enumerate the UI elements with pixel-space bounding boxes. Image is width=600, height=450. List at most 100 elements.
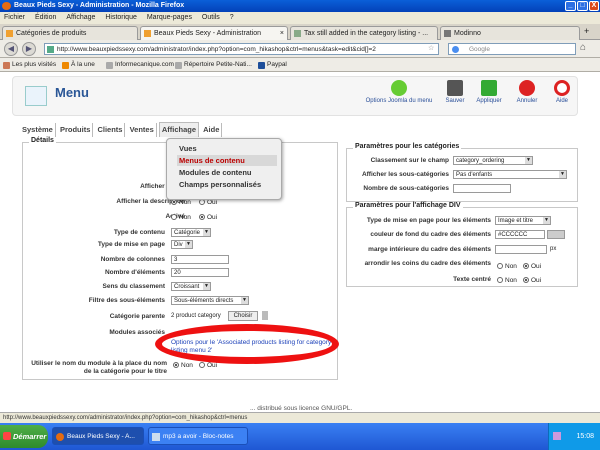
bookmark-paypal[interactable]: Paypal (258, 58, 287, 72)
search-input[interactable]: Google (448, 43, 576, 55)
color-swatch[interactable] (547, 230, 565, 239)
sous-categories-select[interactable]: Pas d'enfants ▼ (453, 170, 567, 179)
label-nombre-elements: Nombre d'éléments (104, 269, 165, 276)
tab-aide[interactable]: Aide (201, 123, 223, 137)
type-contenu-select[interactable]: Catégorie ▼ (171, 228, 211, 237)
network-icon[interactable] (553, 432, 561, 440)
actif-oui[interactable]: Oui (199, 214, 217, 221)
forward-icon[interactable]: ▶ (22, 42, 36, 56)
nombre-colonnes-input[interactable]: 3 (171, 255, 229, 264)
radio-icon (523, 277, 529, 284)
windows-logo-icon (3, 432, 11, 440)
texte-centre-non[interactable]: Non (497, 277, 517, 284)
tab-clients[interactable]: Clients (95, 123, 126, 137)
select-value: Sous-éléments directs (174, 298, 234, 304)
label-texte-centre: Texte centré (453, 276, 491, 283)
menu-edition[interactable]: Édition (35, 14, 56, 21)
arrondir-non[interactable]: Non (497, 263, 517, 270)
tab-label: Tax still added in the category listing … (304, 30, 429, 37)
trash-icon[interactable] (262, 311, 268, 320)
actif-non[interactable]: Non (171, 214, 191, 221)
browser-tab-admin[interactable]: Beaux Pieds Sexy - Administration × (140, 26, 288, 40)
save-button[interactable]: Sauver (443, 80, 467, 104)
joomla-options-button[interactable]: Options Joomla du menu (363, 80, 435, 104)
task-notepad[interactable]: mp3 a avoir - Bloc-notes (148, 427, 248, 445)
afficher-description-non[interactable]: Non (171, 199, 191, 206)
radio-icon (171, 214, 177, 221)
button-label: Sauver (445, 98, 465, 104)
google-icon (452, 46, 459, 53)
star-icon[interactable]: ☆ (428, 44, 434, 52)
bookmarks-bar: Les plus visités À la une Informecanique… (0, 58, 600, 72)
classement-select[interactable]: category_ordering ▼ (453, 156, 533, 165)
bookmark-a-la-une[interactable]: À la une (62, 58, 95, 72)
menu-marque-pages[interactable]: Marque-pages (147, 14, 192, 21)
nombre-elements-input[interactable]: 20 (171, 268, 229, 277)
apply-button[interactable]: Appliquer (473, 80, 505, 104)
cancel-button[interactable]: Annuler (511, 80, 543, 104)
page-favicon-icon (6, 30, 13, 37)
button-label: Annuler (516, 98, 538, 104)
page-footer: ... distribué sous licence GNU/GPL. (250, 405, 352, 412)
utiliser-nom-oui[interactable]: Oui (199, 362, 217, 369)
filtre-sous-elements-select[interactable]: Sous-éléments directs ▼ (171, 296, 249, 305)
task-firefox[interactable]: Beaux Pieds Sexy - A... (52, 427, 144, 445)
utiliser-nom-non[interactable]: Non (173, 362, 193, 369)
choose-button[interactable]: Choisir (228, 311, 258, 321)
window-title: Beaux Pieds Sexy - Administration - Mozi… (14, 2, 185, 9)
search-placeholder: Google (469, 46, 490, 53)
select-value: Div (174, 242, 183, 248)
new-tab-icon[interactable]: + (584, 26, 589, 36)
nombre-sous-categories-input[interactable] (453, 184, 511, 193)
marge-interieure-input[interactable] (495, 245, 547, 254)
bookmark-informecanique[interactable]: Informecanique.com (106, 58, 174, 72)
close-button[interactable]: X (589, 1, 599, 11)
page-title: Menu (55, 85, 89, 100)
tab-close-icon[interactable]: × (280, 27, 284, 40)
sens-classement-select[interactable]: Croissant ▼ (171, 282, 211, 291)
dropdown-item-champs-personnalises[interactable]: Champs personnalisés (177, 179, 277, 190)
help-button[interactable]: Aide (551, 80, 573, 104)
category-params-legend: Paramètres pour les catégories (353, 143, 462, 150)
radio-label: Oui (531, 277, 542, 284)
start-button[interactable]: Démarrer (0, 425, 48, 448)
browser-tab-tax[interactable]: Tax still added in the category listing … (290, 26, 438, 40)
menu-aide[interactable]: ? (230, 14, 234, 21)
bookmark-repertoire[interactable]: Répertoire Petite-Nati... (175, 58, 252, 72)
label-utiliser-nom-module: Utiliser le nom du module à la place du … (31, 360, 167, 375)
afficher-description-oui[interactable]: Oui (199, 199, 217, 206)
type-elements-select[interactable]: Image et titre ▼ (495, 216, 551, 225)
minimize-button[interactable]: _ (565, 1, 576, 11)
tab-ventes[interactable]: Ventes (128, 123, 157, 137)
footer-text: ... distribué sous licence GNU/GPL. (250, 405, 353, 412)
tab-systeme[interactable]: Système (20, 123, 56, 137)
label-sens-classement: Sens du classement (102, 283, 166, 290)
maximize-button[interactable]: □ (577, 1, 588, 11)
browser-tab-modinno[interactable]: Modinno (440, 26, 580, 40)
back-icon[interactable]: ◀ (4, 42, 18, 56)
label-type-mise-en-page-elements: Type de mise en page pour les éléments (366, 217, 491, 224)
radio-icon (199, 214, 205, 221)
radio-label: Oui (207, 199, 218, 206)
home-icon[interactable]: ⌂ (580, 42, 586, 53)
bookmark-les-plus-visites[interactable]: Les plus visités (3, 58, 56, 72)
menu-historique[interactable]: Historique (105, 14, 137, 21)
texte-centre-oui[interactable]: Oui (523, 277, 541, 284)
menu-outils[interactable]: Outils (202, 14, 220, 21)
dropdown-item-menus-contenu[interactable]: Menus de contenu (177, 155, 277, 166)
dropdown-item-vues[interactable]: Vues (177, 143, 277, 154)
tab-affichage[interactable]: Affichage (158, 122, 200, 137)
label-nombre-colonnes: Nombre de colonnes (100, 256, 165, 263)
url-input[interactable]: http://www.beauxpiedssexy.com/administra… (44, 43, 439, 55)
couleur-fond-input[interactable]: #CCCCCC (495, 230, 545, 239)
browser-tab-categories[interactable]: Catégories de produits (2, 26, 138, 40)
affichage-dropdown: Vues Menus de contenu Modules de contenu… (166, 138, 282, 200)
bookmark-label: Informecanique.com (115, 61, 174, 68)
type-mise-en-page-select[interactable]: Div ▼ (171, 240, 193, 249)
radio-icon (199, 199, 205, 206)
arrondir-oui[interactable]: Oui (523, 263, 541, 270)
menu-affichage[interactable]: Affichage (66, 14, 95, 21)
tab-produits[interactable]: Produits (58, 123, 94, 137)
menu-fichier[interactable]: Fichier (4, 14, 25, 21)
dropdown-item-modules-contenu[interactable]: Modules de contenu (177, 167, 277, 178)
